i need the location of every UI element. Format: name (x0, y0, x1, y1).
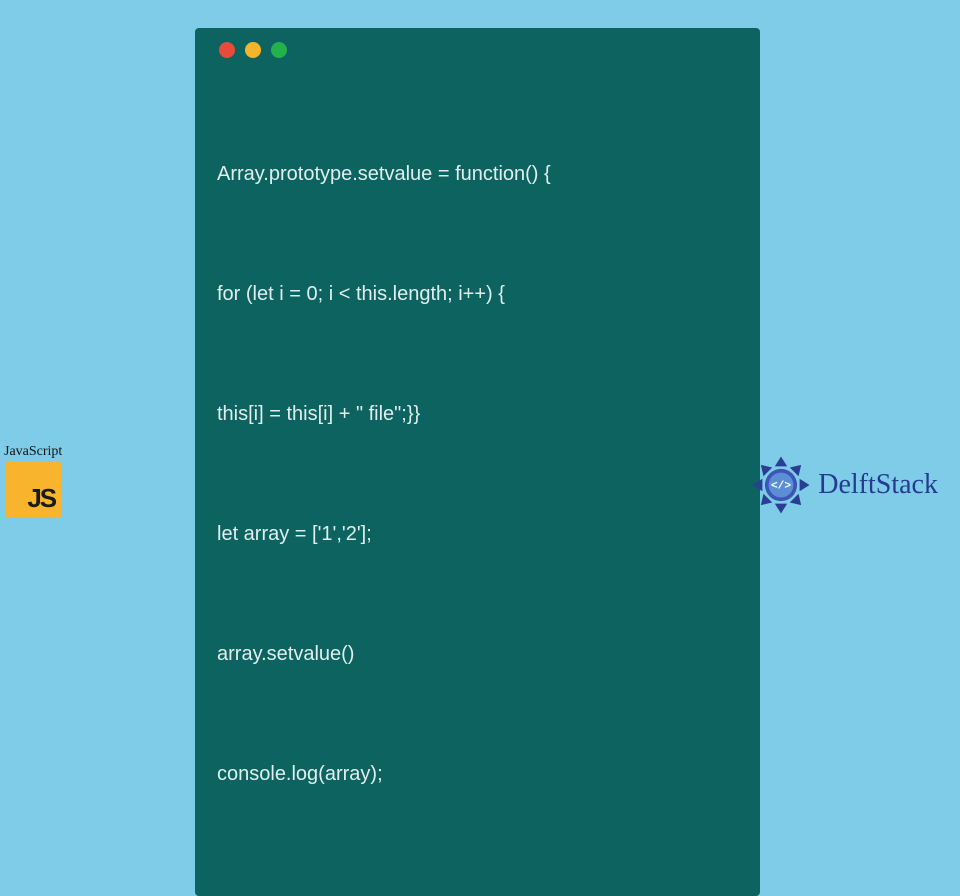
code-line: this[i] = this[i] + " file";}} (217, 394, 738, 434)
code-window: Array.prototype.setvalue = function() { … (195, 28, 760, 896)
code-line: array.setvalue() (217, 634, 738, 674)
code-block: Array.prototype.setvalue = function() { … (217, 74, 738, 874)
code-line: for (let i = 0; i < this.length; i++) { (217, 274, 738, 314)
code-line: let array = ['1','2']; (217, 514, 738, 554)
code-line: Array.prototype.setvalue = function() { (217, 154, 738, 194)
delftstack-logo-icon: </> (750, 454, 812, 516)
maximize-icon (271, 42, 287, 58)
code-line: console.log(array); (217, 754, 738, 794)
javascript-icon: JS (5, 462, 61, 518)
javascript-short: JS (27, 483, 55, 514)
close-icon (219, 42, 235, 58)
svg-text:</>: </> (771, 481, 791, 493)
javascript-badge: JavaScript JS (4, 444, 62, 518)
delftstack-text: DelftStack (818, 469, 938, 501)
delftstack-branding: </> DelftStack (750, 454, 938, 516)
javascript-label: JavaScript (4, 444, 62, 460)
window-traffic-lights (217, 42, 738, 58)
minimize-icon (245, 42, 261, 58)
